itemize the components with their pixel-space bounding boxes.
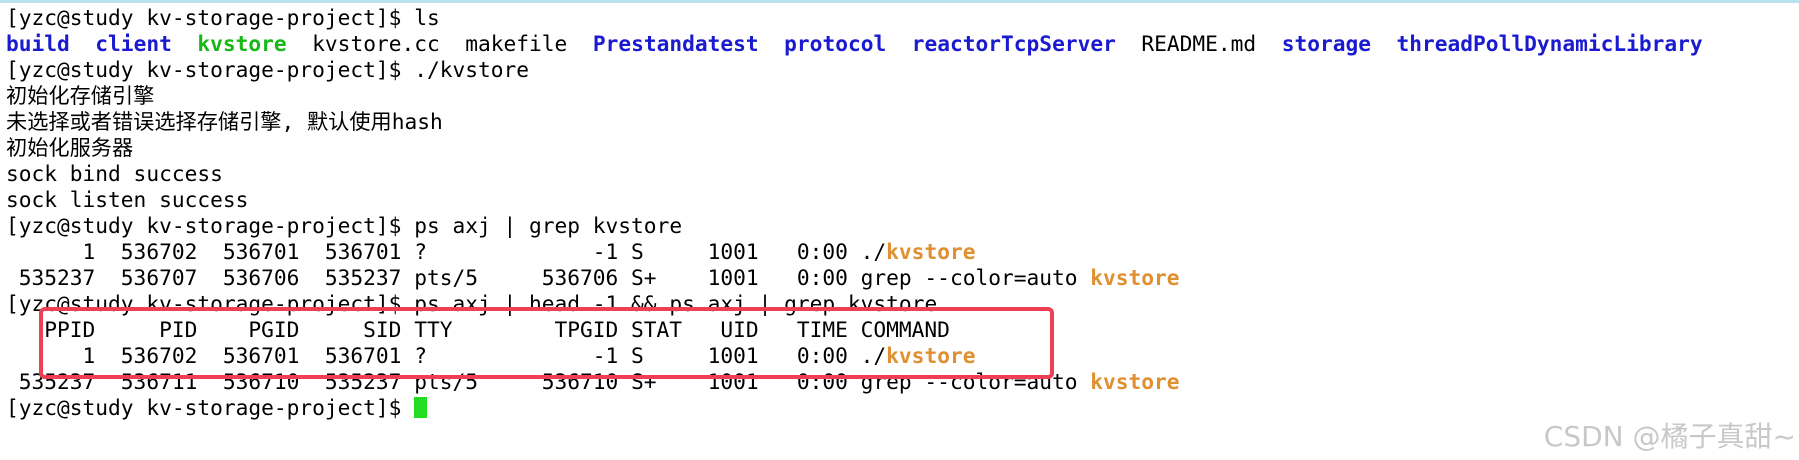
terminal-line: [yzc@study kv-storage-project]$ ls bbox=[6, 5, 1703, 31]
terminal-cursor bbox=[414, 397, 428, 418]
output-text: 535237 536707 536706 535237 pts/5 536706… bbox=[6, 265, 1091, 290]
grep-match-highlight: kvstore bbox=[886, 239, 976, 264]
terminal-line: 初始化服务器 bbox=[6, 135, 1703, 161]
ls-entry-dir: Prestandatest bbox=[592, 31, 759, 56]
annotation-highlight-box bbox=[39, 307, 1054, 379]
shell-prompt: [yzc@study kv-storage-project]$ bbox=[6, 213, 415, 238]
terminal-line: 535237 536707 536706 535237 pts/5 536706… bbox=[6, 265, 1703, 291]
csdn-watermark: CSDN @橘子真甜~ bbox=[1543, 420, 1796, 453]
ls-entry-dir: build bbox=[6, 31, 70, 56]
grep-match-highlight: kvstore bbox=[1090, 265, 1180, 290]
shell-command: ls bbox=[414, 5, 440, 30]
ls-entry-file: makefile bbox=[465, 31, 568, 56]
output-text: sock listen success bbox=[6, 187, 249, 212]
ls-entry-dir: storage bbox=[1281, 31, 1371, 56]
terminal-line: 1 536702 536701 536701 ? -1 S 1001 0:00 … bbox=[6, 239, 1703, 265]
terminal-line: [yzc@study kv-storage-project]$ bbox=[6, 395, 1703, 421]
output-text: sock bind success bbox=[6, 161, 223, 186]
shell-prompt: [yzc@study kv-storage-project]$ bbox=[6, 57, 415, 82]
shell-command: ps axj | grep kvstore bbox=[414, 213, 683, 238]
output-text: 1 536702 536701 536701 ? -1 S 1001 0:00 … bbox=[6, 239, 887, 264]
terminal-line: 初始化存储引擎 bbox=[6, 83, 1703, 109]
window-top-border bbox=[0, 0, 1799, 3]
ls-entry-dir: reactorTcpServer bbox=[911, 31, 1116, 56]
output-text: 初始化服务器 bbox=[6, 135, 134, 160]
terminal-line: [yzc@study kv-storage-project]$ ps axj |… bbox=[6, 213, 1703, 239]
ls-entry-exe: kvstore bbox=[197, 31, 287, 56]
grep-match-highlight: kvstore bbox=[1090, 369, 1180, 394]
ls-entry-dir: client bbox=[95, 31, 172, 56]
shell-prompt: [yzc@study kv-storage-project]$ bbox=[6, 5, 415, 30]
terminal-line: [yzc@study kv-storage-project]$ ./kvstor… bbox=[6, 57, 1703, 83]
shell-prompt: [yzc@study kv-storage-project]$ bbox=[6, 395, 415, 420]
ls-entry-file: kvstore.cc bbox=[312, 31, 440, 56]
terminal-line: sock bind success bbox=[6, 161, 1703, 187]
ls-entry-dir: protocol bbox=[784, 31, 887, 56]
terminal-line: 未选择或者错误选择存储引擎, 默认使用hash bbox=[6, 109, 1703, 135]
terminal-line: build client kvstore kvstore.cc makefile… bbox=[6, 31, 1703, 57]
output-text: 初始化存储引擎 bbox=[6, 83, 155, 108]
ls-entry-dir: threadPollDynamicLibrary bbox=[1396, 31, 1703, 56]
shell-command: ./kvstore bbox=[414, 57, 530, 82]
terminal-line: sock listen success bbox=[6, 187, 1703, 213]
ls-entry-file: README.md bbox=[1141, 31, 1257, 56]
output-text: 未选择或者错误选择存储引擎, 默认使用hash bbox=[6, 109, 443, 134]
